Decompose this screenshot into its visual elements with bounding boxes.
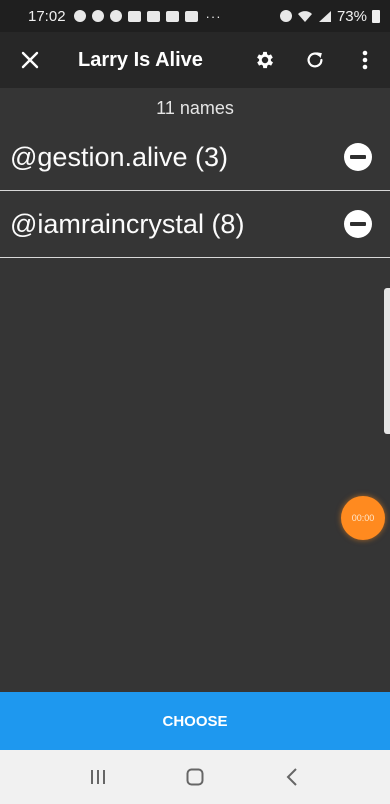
alarm-icon	[279, 10, 292, 22]
battery-percent: 73%	[336, 7, 367, 25]
gear-icon	[257, 51, 273, 69]
names-list: @gestion.alive (3) @iamraincrystal (8)	[0, 124, 390, 258]
remove-icon[interactable]	[344, 143, 372, 171]
remove-icon[interactable]	[344, 210, 372, 238]
more-options-button[interactable]	[340, 32, 390, 88]
screen: 17:02 ··· 73% Larry Is Alive 11 names @g…	[0, 0, 390, 804]
list-item-label: @gestion.alive (3)	[10, 141, 229, 172]
wifi-icon	[297, 10, 312, 22]
list-item-label: @iamraincrystal (8)	[10, 208, 245, 239]
refresh-icon	[307, 52, 323, 68]
timer-bubble[interactable]: 00:00	[341, 496, 385, 540]
status-bar: 17:02 ··· 73%	[0, 0, 390, 32]
battery-icon	[372, 9, 380, 23]
notification-icons	[73, 10, 198, 22]
system-nav-bar	[0, 750, 390, 804]
video-icon	[127, 10, 141, 22]
more-vert-icon	[362, 50, 368, 70]
choose-button[interactable]: CHOOSE	[0, 692, 390, 750]
refresh-button[interactable]	[290, 32, 340, 88]
settings-button[interactable]	[240, 32, 290, 88]
youtube-icon	[165, 10, 179, 22]
chrome-icon	[109, 10, 122, 22]
back-icon	[286, 768, 297, 786]
scrollbar-handle[interactable]	[384, 288, 390, 434]
signal-icon	[318, 10, 331, 22]
recents-icon	[91, 770, 106, 784]
home-icon	[186, 768, 204, 786]
recents-button[interactable]	[78, 757, 118, 797]
close-icon	[21, 51, 39, 69]
status-time: 17:02	[28, 7, 66, 25]
page-title: Larry Is Alive	[78, 48, 203, 71]
app-bar: Larry Is Alive	[0, 32, 390, 88]
more-notifications-icon: ···	[205, 8, 222, 24]
close-button[interactable]	[0, 32, 60, 88]
notification-icon	[91, 10, 104, 22]
notification-icon	[73, 10, 86, 22]
back-button[interactable]	[272, 757, 312, 797]
status-right: 73%	[279, 7, 380, 25]
home-button[interactable]	[175, 757, 215, 797]
youtube-icon	[184, 10, 198, 22]
list-item[interactable]: @gestion.alive (3)	[0, 124, 390, 191]
list-item[interactable]: @iamraincrystal (8)	[0, 191, 390, 258]
names-count: 11 names	[156, 98, 234, 118]
youtube-icon	[146, 10, 160, 22]
